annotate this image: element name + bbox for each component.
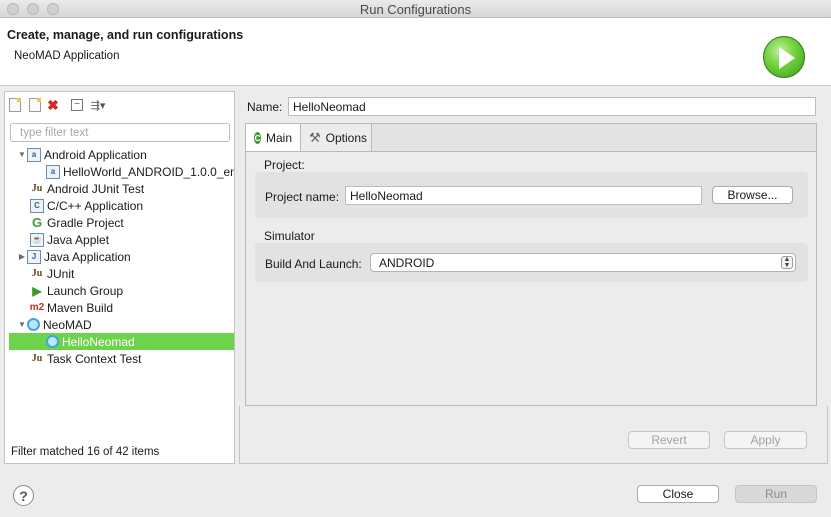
select-stepper-icon: ▲ ▼ bbox=[781, 256, 793, 269]
collapse-all-icon[interactable]: − bbox=[71, 99, 83, 111]
filter-menu-icon[interactable]: ⇶▾ bbox=[87, 97, 109, 113]
applet-icon: ☕ bbox=[30, 232, 44, 247]
dialog-header: Create, manage, and run configurations N… bbox=[0, 18, 831, 86]
android-app-icon: a bbox=[27, 147, 41, 162]
junit-icon: Ju bbox=[31, 183, 43, 194]
configuration-tree: ▼ a Android Application a HelloWorld_AND… bbox=[5, 146, 234, 367]
apply-button[interactable]: Apply bbox=[724, 431, 807, 449]
filter-input[interactable] bbox=[10, 123, 230, 142]
name-field[interactable] bbox=[288, 97, 816, 116]
junit-icon: Ju bbox=[31, 353, 43, 364]
build-launch-select[interactable]: ANDROID ▲ ▼ bbox=[370, 253, 796, 272]
browse-button[interactable]: Browse... bbox=[712, 186, 793, 204]
duplicate-configuration-icon[interactable] bbox=[29, 98, 41, 112]
tree-item-cpp-application[interactable]: C C/C++ Application bbox=[5, 197, 234, 214]
window-title: Run Configurations bbox=[359, 2, 472, 17]
tree-item-neomad[interactable]: ▼ NeoMAD bbox=[5, 316, 234, 333]
neomad-icon bbox=[27, 318, 40, 331]
java-app-icon: J bbox=[27, 249, 41, 264]
window-titlebar: Run Configurations bbox=[0, 0, 831, 18]
build-launch-value: ANDROID bbox=[379, 255, 435, 270]
expand-arrow-icon[interactable]: ▼ bbox=[17, 320, 27, 329]
options-tab-icon: ⚒ bbox=[309, 130, 321, 145]
project-name-label: Project name: bbox=[265, 190, 340, 204]
tree-item-java-applet[interactable]: ☕ Java Applet bbox=[5, 231, 234, 248]
run-button[interactable]: Run bbox=[735, 485, 817, 503]
collapse-arrow-icon[interactable]: ▶ bbox=[17, 252, 27, 261]
tab-options[interactable]: ⚒ Options bbox=[301, 124, 372, 152]
filter-status: Filter matched 16 of 42 items bbox=[11, 446, 160, 458]
name-label: Name: bbox=[247, 100, 283, 114]
launch-group-icon: ▶ bbox=[32, 283, 42, 298]
expand-arrow-icon[interactable]: ▼ bbox=[17, 150, 27, 159]
c-app-icon: C bbox=[30, 198, 44, 213]
configuration-tree-panel: ✖ − ⇶▾ ▼ a Android Application a HelloWo… bbox=[4, 91, 235, 464]
tree-toolbar: ✖ − ⇶▾ bbox=[9, 96, 109, 114]
tree-item-gradle-project[interactable]: G Gradle Project bbox=[5, 214, 234, 231]
header-subtitle: NeoMAD Application bbox=[14, 50, 120, 62]
delete-configuration-icon[interactable]: ✖ bbox=[45, 97, 61, 113]
header-title: Create, manage, and run configurations bbox=[7, 28, 244, 42]
tree-item-junit[interactable]: Ju JUnit bbox=[5, 265, 234, 282]
new-configuration-icon[interactable] bbox=[9, 98, 21, 112]
tree-item-helloworld-android[interactable]: a HelloWorld_ANDROID_1.0.0_en- bbox=[5, 163, 234, 180]
run-banner-icon bbox=[763, 36, 805, 78]
project-group-title: Project: bbox=[264, 158, 305, 172]
tree-item-helloneomad[interactable]: HelloNeomad bbox=[9, 333, 234, 350]
tree-item-android-application[interactable]: ▼ a Android Application bbox=[5, 146, 234, 163]
main-tab-icon: C bbox=[254, 132, 261, 144]
tree-item-task-context-test[interactable]: Ju Task Context Test bbox=[5, 350, 234, 367]
revert-button[interactable]: Revert bbox=[628, 431, 710, 449]
gradle-icon: G bbox=[31, 215, 43, 230]
tree-item-android-junit-test[interactable]: Ju Android JUnit Test bbox=[5, 180, 234, 197]
simulator-group-title: Simulator bbox=[264, 229, 315, 243]
tree-item-maven-build[interactable]: m2 Maven Build bbox=[5, 299, 234, 316]
build-launch-label: Build And Launch: bbox=[265, 257, 362, 271]
config-tabs: C Main ⚒ Options bbox=[245, 123, 817, 152]
android-app-icon: a bbox=[46, 164, 60, 179]
close-button[interactable]: Close bbox=[637, 485, 719, 503]
maven-icon: m2 bbox=[29, 302, 45, 313]
junit-icon: Ju bbox=[31, 268, 43, 279]
help-icon[interactable]: ? bbox=[13, 485, 34, 506]
tree-item-launch-group[interactable]: ▶ Launch Group bbox=[5, 282, 234, 299]
tab-main[interactable]: C Main bbox=[246, 124, 301, 152]
project-name-field[interactable] bbox=[345, 186, 702, 205]
tree-item-java-application[interactable]: ▶ J Java Application bbox=[5, 248, 234, 265]
neomad-icon bbox=[46, 335, 59, 348]
